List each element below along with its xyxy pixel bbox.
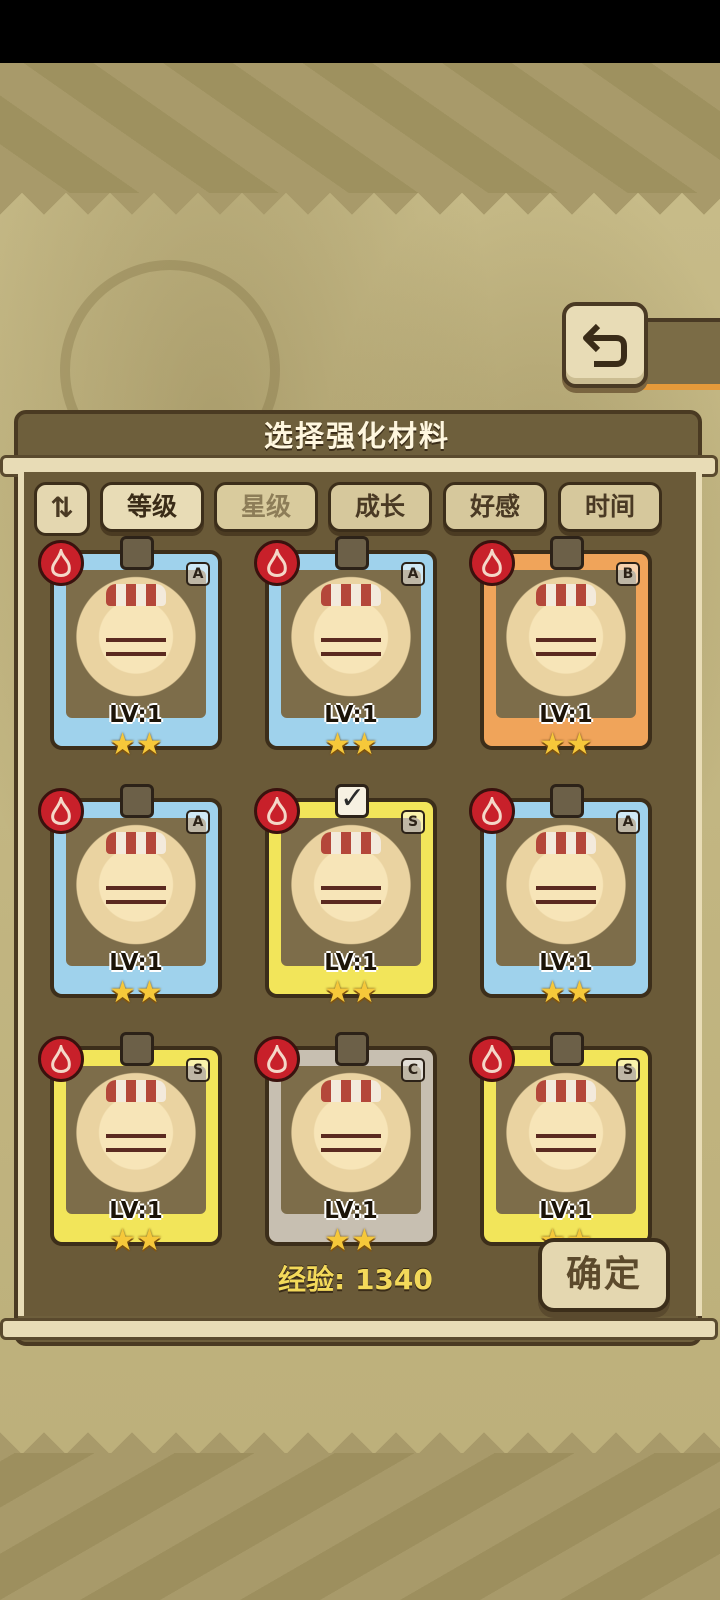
star-rating: ★★ [109,975,163,1010]
character-portrait [66,1066,206,1214]
grade-badge: A [186,562,210,586]
level-label: LV:1 [324,702,378,728]
exp-label: 经验: [278,1263,346,1296]
checkmark-icon: ✓ [340,781,366,816]
character-portrait [281,818,421,966]
back-button[interactable] [562,302,648,388]
panel-rail-bottom [0,1318,718,1340]
tab-growth[interactable]: 成长 [328,482,432,532]
fire-element-icon [254,540,300,586]
grade-badge: S [401,810,425,834]
grade-badge: B [616,562,640,586]
character-portrait [496,1066,636,1214]
star-rating: ★★ [324,975,378,1010]
character-portrait [496,570,636,718]
fire-element-icon [254,788,300,834]
grade-badge: C [401,1058,425,1082]
fire-element-icon [469,1036,515,1082]
level-label: LV:1 [539,950,593,976]
fire-element-icon [38,1036,84,1082]
level-label: LV:1 [324,950,378,976]
select-checkbox[interactable] [550,784,584,818]
status-bar [0,0,720,63]
level-label: LV:1 [539,1198,593,1224]
tab-label: 好感 [469,492,520,521]
level-label: LV:1 [109,702,163,728]
grade-badge: S [616,1058,640,1082]
character-portrait [496,818,636,966]
tab-label: 成长 [354,492,405,521]
select-checkbox-checked[interactable]: ✓ [335,781,369,818]
torn-edge-top [0,193,720,237]
character-portrait [281,1066,421,1214]
grade-badge: A [186,810,210,834]
tab-affection[interactable]: 好感 [443,482,547,532]
sort-order-button[interactable]: ⇅ [34,482,90,536]
tab-label: 星级 [240,492,291,521]
grade-badge: A [401,562,425,586]
fire-element-icon [469,540,515,586]
tab-label: 时间 [584,492,635,521]
tab-star[interactable]: 星级 [214,482,318,532]
star-rating: ★★ [109,727,163,762]
select-checkbox[interactable] [335,1032,369,1066]
select-checkbox[interactable] [550,536,584,570]
level-label: LV:1 [539,702,593,728]
exp-value: 1340 [354,1263,433,1296]
confirm-button[interactable]: 确定 [538,1238,670,1312]
exp-total: 经验: 1340 [278,1258,433,1298]
star-rating: ★★ [109,1223,163,1258]
character-portrait [66,570,206,718]
tab-level[interactable]: 等级 [100,482,204,532]
map-background-top [0,63,720,193]
fire-element-icon [469,788,515,834]
torn-edge-bottom [0,1410,720,1454]
select-checkbox[interactable] [335,536,369,570]
star-rating: ★★ [324,1223,378,1258]
tab-label: 等级 [126,492,177,521]
character-portrait [66,818,206,966]
tab-time[interactable]: 时间 [558,482,662,532]
select-checkbox[interactable] [120,1032,154,1066]
star-rating: ★★ [539,975,593,1010]
panel-title: 选择强化材料 [263,419,450,453]
confirm-label: 确定 [565,1254,642,1295]
fire-element-icon [254,1036,300,1082]
select-checkbox[interactable] [120,784,154,818]
level-label: LV:1 [109,950,163,976]
fire-element-icon [38,540,84,586]
map-background-bottom [0,1453,720,1600]
select-checkbox[interactable] [550,1032,584,1066]
star-rating: ★★ [324,727,378,762]
select-checkbox[interactable] [120,536,154,570]
return-arrow-icon [583,323,627,367]
grade-badge: A [616,810,640,834]
level-label: LV:1 [324,1198,378,1224]
character-portrait [281,570,421,718]
fire-element-icon [38,788,84,834]
sort-order-icon: ⇅ [50,491,74,524]
level-label: LV:1 [109,1198,163,1224]
star-rating: ★★ [539,727,593,762]
back-tab-strip [640,318,720,390]
grade-badge: S [186,1058,210,1082]
